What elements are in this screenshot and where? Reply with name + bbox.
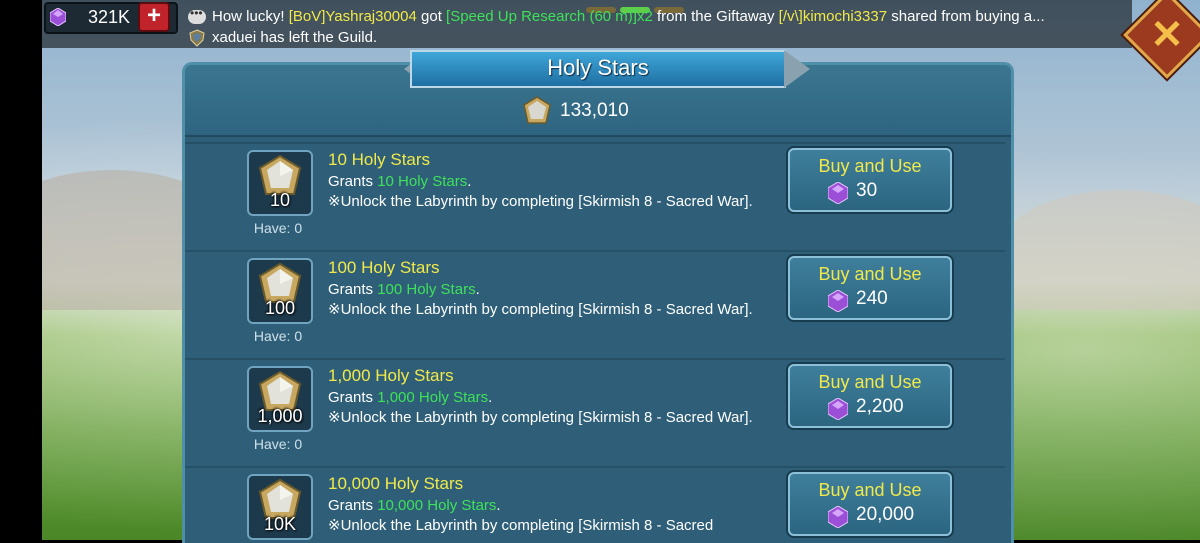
buy-price: 2,200 bbox=[856, 396, 904, 417]
buy-button-label: Buy and Use bbox=[818, 372, 922, 392]
buy-button-label: Buy and Use bbox=[818, 264, 922, 284]
item-description: Grants 100 Holy Stars. ※Unlock the Labyr… bbox=[328, 280, 768, 320]
grants-text: Grants bbox=[328, 497, 378, 514]
grants-amount: 1,000 Holy Stars bbox=[377, 389, 489, 406]
buy-price: 240 bbox=[856, 288, 888, 309]
list-item: 10K 10,000 Holy Stars Grants 10,000 Holy… bbox=[185, 466, 1005, 542]
chat-text: xaduei has left the Guild. bbox=[212, 29, 378, 46]
grants-suffix: . bbox=[475, 281, 480, 298]
item-quantity: 1,000 bbox=[257, 406, 303, 426]
item-icon-box: 100 bbox=[247, 258, 313, 324]
item-description: Grants 1,000 Holy Stars. ※Unlock the Lab… bbox=[328, 388, 768, 428]
grants-text: Grants bbox=[328, 281, 378, 298]
item-description: Grants 10 Holy Stars. ※Unlock the Labyri… bbox=[328, 172, 768, 212]
grants-amount: 100 Holy Stars bbox=[377, 281, 476, 298]
gem-icon bbox=[828, 182, 848, 204]
grants-suffix: . bbox=[496, 497, 501, 514]
chat-bubble-icon bbox=[188, 6, 206, 25]
chat-text: How lucky! bbox=[212, 8, 289, 25]
chat-sender-name: [/v\]kimochi3337 bbox=[778, 8, 888, 25]
title-wing-right bbox=[784, 50, 810, 88]
gem-amount: 321K bbox=[88, 7, 131, 27]
list-item: 100 Have: 0 100 Holy Stars Grants 100 Ho… bbox=[185, 250, 1005, 358]
item-icon-box: 10K bbox=[247, 474, 313, 540]
item-quantity: 10K bbox=[263, 514, 297, 534]
list-item: 10 Have: 0 10 Holy Stars Grants 10 Holy … bbox=[185, 142, 1005, 250]
close-icon[interactable]: ✕ bbox=[1136, 4, 1198, 66]
buy-and-use-button[interactable]: Buy and Use 240 bbox=[788, 256, 952, 320]
item-icon-box: 1,000 bbox=[247, 366, 313, 432]
grants-amount: 10,000 Holy Stars bbox=[377, 497, 497, 514]
item-owned-count: Have: 0 bbox=[253, 328, 303, 344]
chat-line-1[interactable]: How lucky! [BoV]Yashraj30004 got [Speed … bbox=[188, 6, 1045, 25]
grants-suffix: . bbox=[467, 173, 472, 190]
top-tab-indicators bbox=[586, 0, 696, 13]
item-name: 100 Holy Stars bbox=[328, 258, 440, 277]
gem-icon bbox=[50, 8, 66, 26]
gem-icon bbox=[828, 506, 848, 528]
item-name: 1,000 Holy Stars bbox=[328, 366, 454, 385]
grants-suffix: . bbox=[488, 389, 493, 406]
buy-price: 20,000 bbox=[856, 504, 915, 525]
list-item: 1,000 Have: 0 1,000 Holy Stars Grants 1,… bbox=[185, 358, 1005, 466]
buy-button-label: Buy and Use bbox=[818, 156, 922, 176]
item-owned-count: Have: 0 bbox=[253, 436, 303, 452]
item-quantity: 100 bbox=[264, 298, 296, 318]
item-description: Grants 10,000 Holy Stars. ※Unlock the La… bbox=[328, 496, 768, 536]
grants-amount: 10 Holy Stars bbox=[377, 173, 468, 190]
gem-icon bbox=[828, 398, 848, 420]
chat-player-name: [BoV]Yashraj30004 bbox=[288, 8, 417, 25]
buy-and-use-button[interactable]: Buy and Use 2,200 bbox=[788, 364, 952, 428]
chat-text: shared from buying a... bbox=[887, 8, 1045, 25]
page-title: Holy Stars bbox=[410, 50, 786, 88]
item-icon-box: 10 bbox=[247, 150, 313, 216]
item-owned-count: Have: 0 bbox=[253, 220, 303, 236]
guild-shield-icon bbox=[189, 29, 205, 47]
holy-star-icon bbox=[523, 96, 551, 124]
gem-icon bbox=[828, 290, 848, 312]
add-gems-button[interactable]: + bbox=[138, 2, 170, 32]
chat-text: from the Giftaway bbox=[652, 8, 779, 25]
unlock-note: ※Unlock the Labyrinth by completing [Ski… bbox=[328, 517, 714, 534]
unlock-note: ※Unlock the Labyrinth by completing [Ski… bbox=[328, 193, 753, 210]
buy-price: 30 bbox=[856, 180, 878, 201]
grants-text: Grants bbox=[328, 173, 378, 190]
item-name: 10,000 Holy Stars bbox=[328, 474, 464, 493]
unlock-note: ※Unlock the Labyrinth by completing [Ski… bbox=[328, 409, 753, 426]
chat-text: got bbox=[416, 8, 447, 25]
item-quantity: 10 bbox=[269, 190, 291, 210]
buy-button-label: Buy and Use bbox=[818, 480, 922, 500]
item-name: 10 Holy Stars bbox=[328, 150, 431, 169]
balance-value: 133,010 bbox=[560, 100, 629, 121]
unlock-note: ※Unlock the Labyrinth by completing [Ski… bbox=[328, 301, 753, 318]
chat-line-2[interactable]: xaduei has left the Guild. bbox=[188, 29, 377, 47]
buy-and-use-button[interactable]: Buy and Use 30 bbox=[788, 148, 952, 212]
chat-item-name: [Speed Up Research (60 m)]x2 bbox=[446, 8, 653, 25]
grants-text: Grants bbox=[328, 389, 378, 406]
buy-and-use-button[interactable]: Buy and Use 20,000 bbox=[788, 472, 952, 536]
